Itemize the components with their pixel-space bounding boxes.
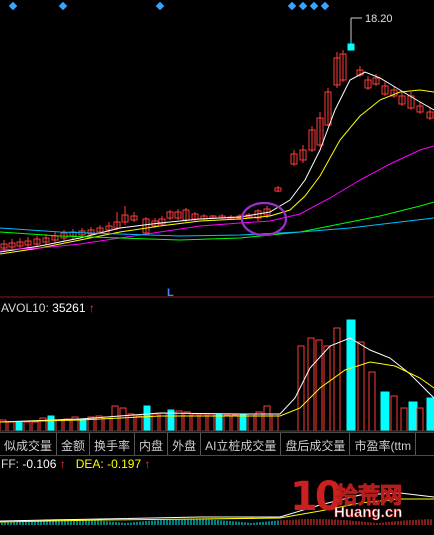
volume-bar-up <box>390 395 398 432</box>
volume-bar-up <box>135 415 143 432</box>
volume-bar-up <box>31 421 39 432</box>
volume-bars-group <box>0 319 434 432</box>
volume-bar-up <box>183 411 191 432</box>
volume-bar-up <box>297 345 305 432</box>
volume-bar-up <box>271 413 279 432</box>
indicator-value: 35261 <box>52 301 86 315</box>
volume-panel[interactable]: AVOL10: 35261 ↑ <box>0 298 434 432</box>
ma10-line <box>0 89 434 255</box>
volume-bar-up <box>191 413 199 432</box>
volume-bar-up <box>416 407 424 432</box>
volume-bar-up <box>357 341 365 432</box>
moving-averages-group <box>0 71 434 255</box>
volume-bar-down <box>143 405 151 432</box>
volume-bar-up <box>255 411 263 432</box>
volume-bar-up <box>55 419 63 432</box>
volume-bar-down <box>426 397 434 432</box>
indicator-tabs-bar: 似成交量 金额 换手率 内盘 外盘 AI立桩成交量 盘后成交量 市盈率(ttm <box>0 432 434 456</box>
volume-bar-up <box>247 413 255 432</box>
volume-bar-up <box>223 414 231 432</box>
tab-amount[interactable]: 金额 <box>57 433 91 455</box>
up-arrow-icon: ↑ <box>88 301 95 315</box>
volume-bar-up <box>7 421 15 432</box>
volume-bar-up <box>368 371 376 432</box>
volume-bar-down <box>15 421 23 432</box>
volume-bar-down <box>380 391 390 432</box>
price-kline-panel[interactable]: 18.20 L <box>0 0 434 299</box>
volume-bar-down <box>408 401 418 432</box>
volume-bar-up <box>199 413 207 432</box>
volume-bar-up <box>315 339 323 432</box>
volume-bar-up <box>323 345 331 432</box>
tab-outer-volume[interactable]: 外盘 <box>168 433 202 455</box>
candle-down <box>347 43 355 51</box>
volume-bar-down <box>79 418 87 432</box>
volume-bar-up <box>127 413 135 432</box>
tab-volume[interactable]: 似成交量 <box>0 433 58 455</box>
stock-chart-window: 18.20 L AVOL10: 35261 ↑ 似成交量 金额 换手率 内盘 外… <box>0 0 434 530</box>
dea-label: DEA: <box>75 457 104 471</box>
volume-bar-up <box>307 337 315 432</box>
macd-values-label: FF: -0.106 ↑ DEA: -0.197 ↑ <box>1 457 150 471</box>
volume-bar-up <box>119 407 127 432</box>
volume-bar-up <box>95 415 103 432</box>
watermark-number: 10 <box>290 474 343 520</box>
dea-value: -0.197 <box>107 457 142 471</box>
diff-label: FF: <box>1 457 19 471</box>
up-arrow-icon: ↑ <box>144 457 151 471</box>
diff-value: -0.106 <box>22 457 57 471</box>
tab-turnover[interactable]: 换手率 <box>90 433 136 455</box>
volume-bar-up <box>263 405 271 432</box>
tab-after-hours-volume[interactable]: 盘后成交量 <box>281 433 351 455</box>
peak-price-label: 18.20 <box>365 13 393 25</box>
watermark-logo: 10 拾荒网 Huang.cn <box>288 474 428 524</box>
volume-bar-down <box>215 413 223 432</box>
volume-bar-up <box>400 407 408 432</box>
low-marker-label: L <box>167 287 174 298</box>
volume-bar-up <box>175 410 183 432</box>
volume-indicator-label: AVOL10: 35261 ↑ <box>1 301 95 315</box>
volume-bar-down <box>239 414 247 432</box>
tab-inner-volume[interactable]: 内盘 <box>135 433 169 455</box>
watermark-domain: Huang.cn <box>334 504 403 522</box>
volume-bar-up <box>207 413 215 432</box>
volume-bar-down <box>47 415 55 432</box>
volume-chart[interactable] <box>0 298 434 432</box>
candlestick-chart[interactable]: 18.20 L <box>0 0 434 299</box>
volume-bar-up <box>23 421 31 432</box>
indicator-name: AVOL10: <box>1 301 49 315</box>
tab-ai-volume[interactable]: AI立桩成交量 <box>201 433 282 455</box>
up-arrow-icon: ↑ <box>59 457 66 471</box>
ma60-line <box>0 201 434 241</box>
ma20-line <box>0 145 434 251</box>
volume-bar-down <box>346 319 356 432</box>
tab-pe-ttm[interactable]: 市盈率(ttm <box>350 433 417 455</box>
volume-bar-up <box>231 414 239 432</box>
